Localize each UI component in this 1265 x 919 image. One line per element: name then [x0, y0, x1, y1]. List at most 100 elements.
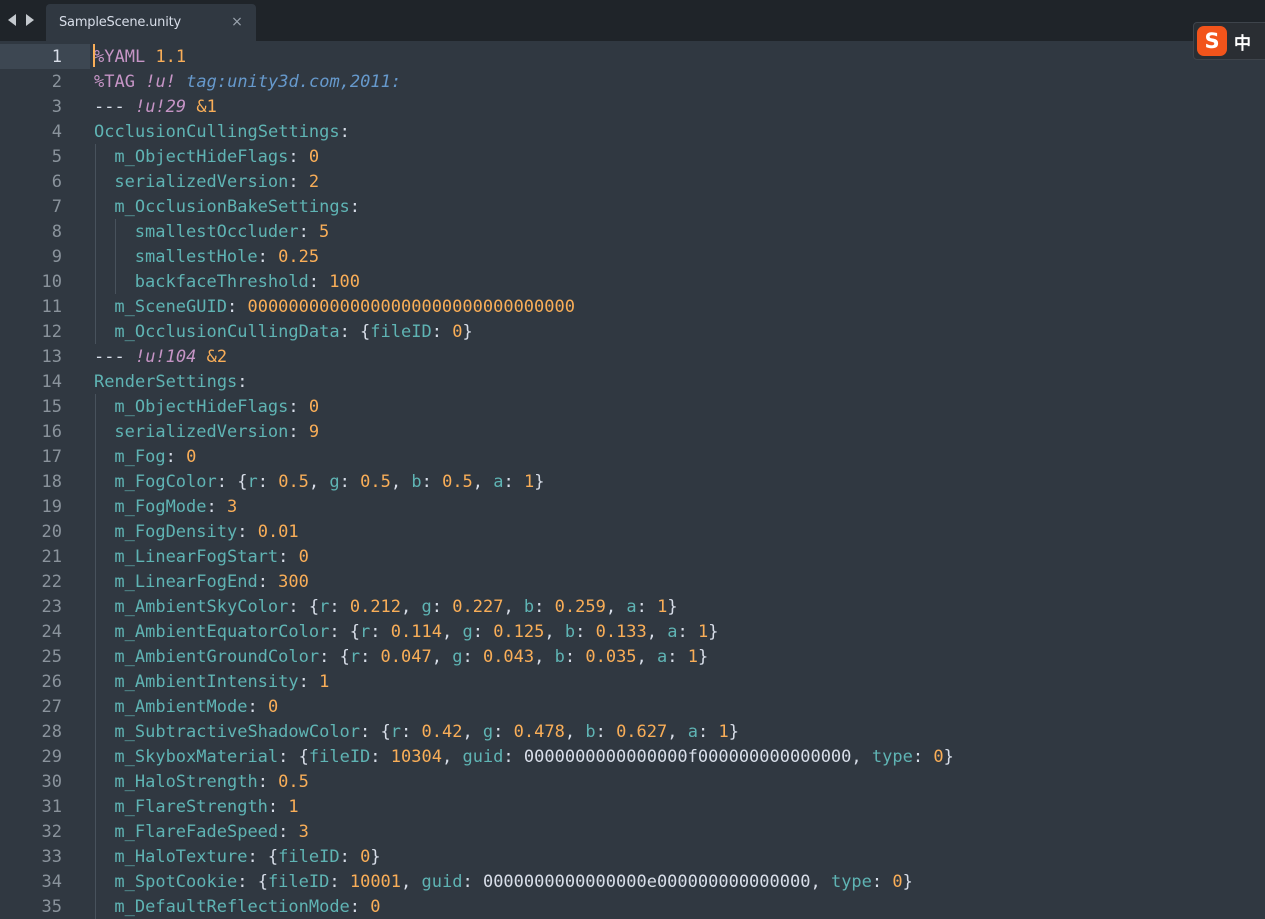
code-line[interactable]: 17 m_Fog: 0	[0, 444, 1265, 469]
code-token: 1	[524, 472, 535, 492]
code-token: 0000000000000000f000000000000000	[523, 747, 852, 767]
triangle-left-icon[interactable]	[4, 10, 20, 30]
line-number: 17	[41, 447, 62, 467]
code-token: serializedVersion	[114, 422, 289, 442]
code-line[interactable]: 4 OcclusionCullingSettings:	[0, 119, 1265, 144]
code-line[interactable]: 18 m_FogColor: {r: 0.5, g: 0.5, b: 0.5, a…	[0, 469, 1265, 494]
tab-sample-scene[interactable]: SampleScene.unity ×	[46, 4, 256, 41]
close-icon[interactable]: ×	[231, 15, 243, 29]
indent-guide	[95, 669, 96, 694]
indent-guide	[95, 419, 96, 444]
code-line[interactable]: 25 m_AmbientGroundColor: {r: 0.047, g: 0.…	[0, 644, 1265, 669]
code-line[interactable]: 33 m_HaloTexture: {fileID: 0}	[0, 844, 1265, 869]
code-line[interactable]: 15 m_ObjectHideFlags: 0	[0, 394, 1265, 419]
code-token: :	[226, 297, 248, 317]
code-line[interactable]: 9 smallestHole: 0.25	[0, 244, 1265, 269]
code-text: m_SceneGUID: 000000000000000000000000000…	[114, 297, 575, 317]
code-line[interactable]: 35 m_DefaultReflectionMode: 0	[0, 894, 1265, 919]
code-token: 1	[718, 722, 729, 742]
code-text: m_SkyboxMaterial: {fileID: 10304, guid: …	[114, 747, 953, 767]
code-line[interactable]: 32 m_FlareFadeSpeed: 3	[0, 819, 1265, 844]
code-line[interactable]: 23 m_AmbientSkyColor: {r: 0.212, g: 0.227…	[0, 594, 1265, 619]
code-text: OcclusionCullingSettings:	[94, 122, 350, 142]
code-line[interactable]: 5 m_ObjectHideFlags: 0	[0, 144, 1265, 169]
code-token: m_FogColor	[114, 472, 217, 492]
code-line[interactable]: 21 m_LinearFogStart: 0	[0, 544, 1265, 569]
code-editor[interactable]: 1 %YAML 1.1 2 %TAG !u! tag:unity3d.com,2011…	[0, 44, 1265, 919]
indent-guide	[95, 169, 96, 194]
code-line[interactable]: 11 m_SceneGUID: 0000000000000000000000000…	[0, 294, 1265, 319]
code-text: %YAML 1.1	[94, 47, 186, 67]
code-line[interactable]: 27 m_AmbientMode: 0	[0, 694, 1265, 719]
code-line[interactable]: 19 m_FogMode: 3	[0, 494, 1265, 519]
indent-guide	[95, 694, 96, 719]
indent-guide	[95, 644, 96, 669]
code-line[interactable]: 1 %YAML 1.1	[0, 44, 1265, 69]
indent-guide	[95, 769, 96, 794]
code-token: :	[288, 397, 309, 417]
code-token: fileID	[370, 322, 432, 342]
code-token: }	[698, 647, 709, 667]
code-token: :	[636, 597, 658, 617]
code-token: 00000000000000000000000000000000	[247, 297, 575, 317]
code-token: :	[278, 822, 299, 842]
code-line[interactable]: 24 m_AmbientEquatorColor: {r: 0.114, g: 0…	[0, 619, 1265, 644]
line-gutter: 23	[0, 594, 90, 619]
code-line[interactable]: 14 RenderSettings:	[0, 369, 1265, 394]
code-text: m_SpotCookie: {fileID: 10001, guid: 0000…	[114, 872, 913, 892]
code-line[interactable]: 8 smallestOccluder: 5	[0, 219, 1265, 244]
code-line[interactable]: 2 %TAG !u! tag:unity3d.com,2011:	[0, 69, 1265, 94]
code-line[interactable]: 12 m_OcclusionCullingData: {fileID: 0}	[0, 319, 1265, 344]
code-token: m_AmbientEquatorColor	[114, 622, 330, 642]
code-token: m_SceneGUID	[114, 297, 227, 317]
code-text: m_LinearFogStart: 0	[114, 547, 309, 567]
line-number: 14	[41, 372, 62, 392]
code-line[interactable]: 29 m_SkyboxMaterial: {fileID: 10304, guid…	[0, 744, 1265, 769]
code-text: m_FogDensity: 0.01	[114, 522, 298, 542]
code-token: m_AmbientGroundColor	[114, 647, 320, 667]
code-token: 0	[308, 147, 320, 167]
line-number: 7	[51, 197, 62, 217]
line-gutter: 15	[0, 394, 90, 419]
triangle-right-icon[interactable]	[22, 10, 38, 30]
code-text: m_LinearFogEnd: 300	[114, 572, 309, 592]
code-line[interactable]: 16 serializedVersion: 9	[0, 419, 1265, 444]
code-line[interactable]: 34 m_SpotCookie: {fileID: 10001, guid: 00…	[0, 869, 1265, 894]
indent-guide	[95, 619, 96, 644]
code-line[interactable]: 6 serializedVersion: 2	[0, 169, 1265, 194]
indent-guide	[95, 519, 96, 544]
code-token: :	[298, 222, 320, 242]
code-token: 3	[298, 822, 309, 842]
code-line[interactable]: 20 m_FogDensity: 0.01	[0, 519, 1265, 544]
code-token: g	[329, 472, 340, 492]
code-token: 0.5	[278, 472, 309, 492]
code-token: ,	[503, 597, 524, 617]
code-line[interactable]: 13 --- !u!104 &2	[0, 344, 1265, 369]
line-gutter: 16	[0, 419, 90, 444]
code-line[interactable]: 7 m_OcclusionBakeSettings:	[0, 194, 1265, 219]
code-token: m_SubtractiveShadowColor	[114, 722, 361, 742]
code-token: }	[534, 472, 545, 492]
indent-guide	[95, 719, 96, 744]
code-line[interactable]: 28 m_SubtractiveShadowColor: {r: 0.42, g:…	[0, 719, 1265, 744]
code-token: :	[339, 122, 350, 142]
line-gutter: 4	[0, 119, 90, 144]
code-line[interactable]: 26 m_AmbientIntensity: 1	[0, 669, 1265, 694]
code-token: :	[308, 272, 330, 292]
code-line[interactable]: 3 --- !u!29 &1	[0, 94, 1265, 119]
code-line[interactable]: 31 m_FlareStrength: 1	[0, 794, 1265, 819]
code-line[interactable]: 22 m_LinearFogEnd: 300	[0, 569, 1265, 594]
code-token: fileID	[308, 747, 371, 767]
code-line[interactable]: 10 backfaceThreshold: 100	[0, 269, 1265, 294]
code-text: --- !u!29 &1	[94, 97, 217, 117]
line-number: 21	[41, 547, 62, 567]
line-gutter: 26	[0, 669, 90, 694]
line-gutter: 18	[0, 469, 90, 494]
code-token: 0.25	[278, 247, 320, 267]
code-token: type	[830, 872, 872, 892]
code-token: 0.5	[278, 772, 309, 792]
code-token: :	[462, 872, 483, 892]
tab-bar: SampleScene.unity ×	[0, 0, 1265, 41]
line-number: 26	[41, 672, 62, 692]
code-line[interactable]: 30 m_HaloStrength: 0.5	[0, 769, 1265, 794]
